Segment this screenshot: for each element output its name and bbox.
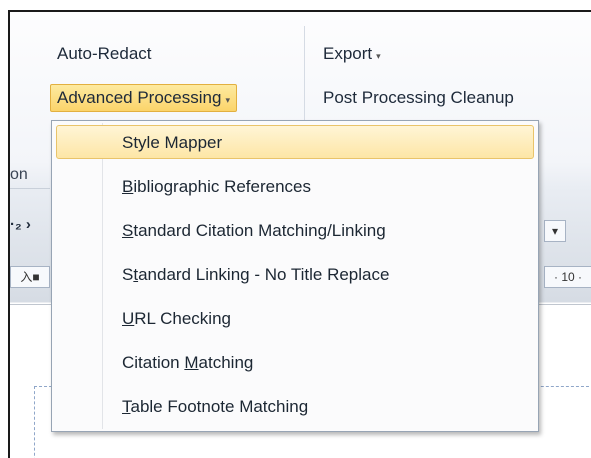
menu-item-label: tandard Citation Matching/Linking [133,221,386,240]
menu-item-label: S [122,265,134,284]
menu-item-table-footnote-matching[interactable]: Table Footnote Matching [56,389,534,423]
chevron-down-icon: ▾ [225,95,230,105]
menu-item-label: RL Checking [134,309,231,328]
advanced-processing-button[interactable]: Advanced Processing ▾ [50,84,237,112]
ribbon-group-label: on [10,166,28,183]
export-label: Export [323,44,373,63]
advanced-processing-label: Advanced Processing [57,88,222,107]
menu-item-label: Style Mapper [122,133,223,152]
menu-item-label: andard Linking - No Title Replace [138,265,390,284]
menu-item-accelerator: S [122,221,134,240]
menu-item-accelerator: M [184,353,199,372]
font-name-field[interactable]: 入■ [10,266,50,288]
toolbar-glyphs[interactable]: ·₂ › [10,216,31,233]
combo-dropdown-arrow[interactable]: ▾ [544,220,566,242]
post-processing-cleanup-button[interactable]: Post Processing Cleanup [316,84,521,112]
auto-redact-button[interactable]: Auto-Redact [50,40,159,68]
export-button[interactable]: Export ▾ [316,40,388,68]
ribbon-group-divider [10,188,50,189]
advanced-processing-menu: Style Mapper Bibliographic References St… [51,120,539,432]
chevron-down-icon: ▾ [376,51,381,61]
menu-item-standard-linking-no-title-replace[interactable]: Standard Linking - No Title Replace [56,257,534,291]
menu-item-accelerator: T [122,397,131,416]
menu-item-standard-citation-matching-linking[interactable]: Standard Citation Matching/Linking [56,213,534,247]
menu-item-url-checking[interactable]: URL Checking [56,301,534,335]
menu-item-label: able Footnote Matching [130,397,309,416]
page-margin-guide-vertical [34,386,35,458]
auto-redact-label: Auto-Redact [57,44,152,63]
menu-item-label: ibliographic References [133,177,311,196]
menu-item-bibliographic-references[interactable]: Bibliographic References [56,169,534,203]
menu-item-label: atching [198,353,254,372]
post-processing-cleanup-label: Post Processing Cleanup [323,88,514,107]
menu-item-style-mapper[interactable]: Style Mapper [56,125,534,159]
menu-item-accelerator: U [122,309,135,328]
menu-item-citation-matching[interactable]: Citation Matching [56,345,534,379]
font-size-field[interactable]: · 10 · [544,266,591,288]
menu-item-label: Citation [122,353,185,372]
menu-item-accelerator: B [122,177,134,196]
